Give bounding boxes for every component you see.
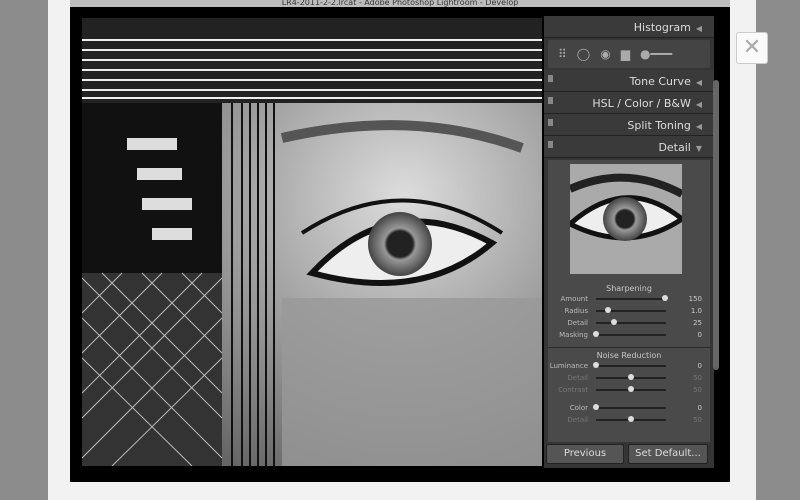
hsl-label: HSL / Color / B&W <box>592 97 691 110</box>
slider-value[interactable]: 0 <box>666 331 702 339</box>
panel-toggle-switch[interactable] <box>548 141 553 148</box>
photo-image <box>82 18 542 466</box>
spot-removal-icon[interactable]: ◯ <box>577 47 590 61</box>
slider-value[interactable]: 0 <box>666 404 702 412</box>
slider-row-detail: Detail 50 <box>548 414 710 426</box>
slider-label: Color <box>569 404 588 412</box>
slider-track[interactable] <box>596 374 666 380</box>
slider-track[interactable] <box>593 362 666 368</box>
slider-knob[interactable] <box>628 386 634 392</box>
graduated-filter-icon[interactable]: ▆ <box>621 47 630 61</box>
slider-value[interactable]: 25 <box>666 319 702 327</box>
sharpening-heading: Sharpening <box>606 284 652 293</box>
tone-curve-label: Tone Curve <box>629 75 691 88</box>
slider-track[interactable] <box>593 404 666 410</box>
slider-label: Luminance <box>549 362 588 370</box>
slider-value[interactable]: 150 <box>666 295 702 303</box>
slider-track[interactable] <box>596 295 669 301</box>
panel-toggle-switch[interactable] <box>548 97 553 104</box>
slider-knob[interactable] <box>593 362 599 368</box>
slider-knob[interactable] <box>628 374 634 380</box>
red-eye-icon[interactable]: ◉ <box>600 47 610 61</box>
expanded-triangle-icon: ▼ <box>695 144 702 153</box>
adjustment-brush-icon[interactable]: ●━━━ <box>640 47 672 61</box>
slider-label: Detail <box>567 416 588 424</box>
panel-hsl[interactable]: HSL / Color / B&W ◀ <box>544 92 714 114</box>
slider-label: Detail <box>567 319 588 327</box>
slider-row-radius: Radius 1.0 <box>548 305 710 317</box>
slider-row-color: Color 0 <box>548 402 710 414</box>
close-button[interactable]: ✕ <box>736 32 768 64</box>
slider-value[interactable]: 1.0 <box>666 307 702 315</box>
slider-row-luminance: Luminance 0 <box>548 360 710 372</box>
photo-canvas <box>82 18 542 466</box>
slider-track[interactable] <box>596 319 666 325</box>
slider-value[interactable]: 50 <box>666 416 702 424</box>
slider-knob[interactable] <box>610 319 617 325</box>
slider-row-detail: Detail 25 <box>548 317 710 329</box>
slider-track[interactable] <box>596 416 666 422</box>
collapse-triangle-icon: ◀ <box>695 24 702 33</box>
collapse-triangle-icon: ◀ <box>695 122 702 131</box>
crop-tool-icon[interactable]: ⠿ <box>558 47 567 61</box>
detail-label: Detail <box>658 141 691 154</box>
right-panel: Histogram ◀ ⠿ ◯ ◉ ▆ ●━━━ Tone Curve ◀ HSL … <box>544 16 714 468</box>
panel-detail[interactable]: Detail ▼ <box>544 136 714 158</box>
panel-split-toning[interactable]: Split Toning ◀ <box>544 114 714 136</box>
slider-label: Detail <box>567 374 588 382</box>
slider-value[interactable]: 50 <box>666 386 702 394</box>
slider-knob[interactable] <box>604 307 611 313</box>
panel-toggle-switch[interactable] <box>548 119 553 126</box>
lightroom-window: LR4-2011-2-2.lrcat - Adobe Photoshop Lig… <box>70 0 730 482</box>
panel-histogram[interactable]: Histogram ◀ <box>544 16 714 38</box>
collapse-triangle-icon: ◀ <box>695 78 702 87</box>
collapse-triangle-icon: ◀ <box>695 100 702 109</box>
detail-preview <box>570 164 682 274</box>
previous-button[interactable]: Previous <box>546 444 624 464</box>
noise-reduction-heading: Noise Reduction <box>596 351 662 360</box>
split-toning-label: Split Toning <box>627 119 691 132</box>
slider-value[interactable]: 0 <box>666 362 702 370</box>
histogram-label: Histogram <box>633 21 691 34</box>
slider-knob[interactable] <box>593 404 599 410</box>
slider-label: Radius <box>564 307 588 315</box>
window-title: LR4-2011-2-2.lrcat - Adobe Photoshop Lig… <box>70 0 730 7</box>
tool-strip: ⠿ ◯ ◉ ▆ ●━━━ <box>548 40 710 68</box>
slider-label: Contrast <box>558 386 588 394</box>
panel-toggle-switch[interactable] <box>548 75 553 82</box>
slider-row-contrast: Contrast 50 <box>548 384 710 396</box>
detail-panel-body: Sharpening Amount 150 Radius 1.0 Detail 25 Mas… <box>548 160 710 442</box>
slider-row-masking: Masking 0 <box>548 329 710 341</box>
slider-track[interactable] <box>596 307 666 313</box>
panel-tone-curve[interactable]: Tone Curve ◀ <box>544 70 714 92</box>
panel-scrollbar[interactable] <box>713 80 719 370</box>
slider-label: Masking <box>559 331 588 339</box>
slider-knob[interactable] <box>593 331 599 337</box>
slider-label: Amount <box>560 295 588 303</box>
slider-row-amount: Amount 150 <box>548 293 710 305</box>
slider-row-detail: Detail 50 <box>548 372 710 384</box>
set-default-button[interactable]: Set Default... <box>628 444 708 464</box>
slider-track[interactable] <box>596 386 666 392</box>
slider-track[interactable] <box>593 331 666 337</box>
slider-knob[interactable] <box>628 416 634 422</box>
slider-value[interactable]: 50 <box>666 374 702 382</box>
